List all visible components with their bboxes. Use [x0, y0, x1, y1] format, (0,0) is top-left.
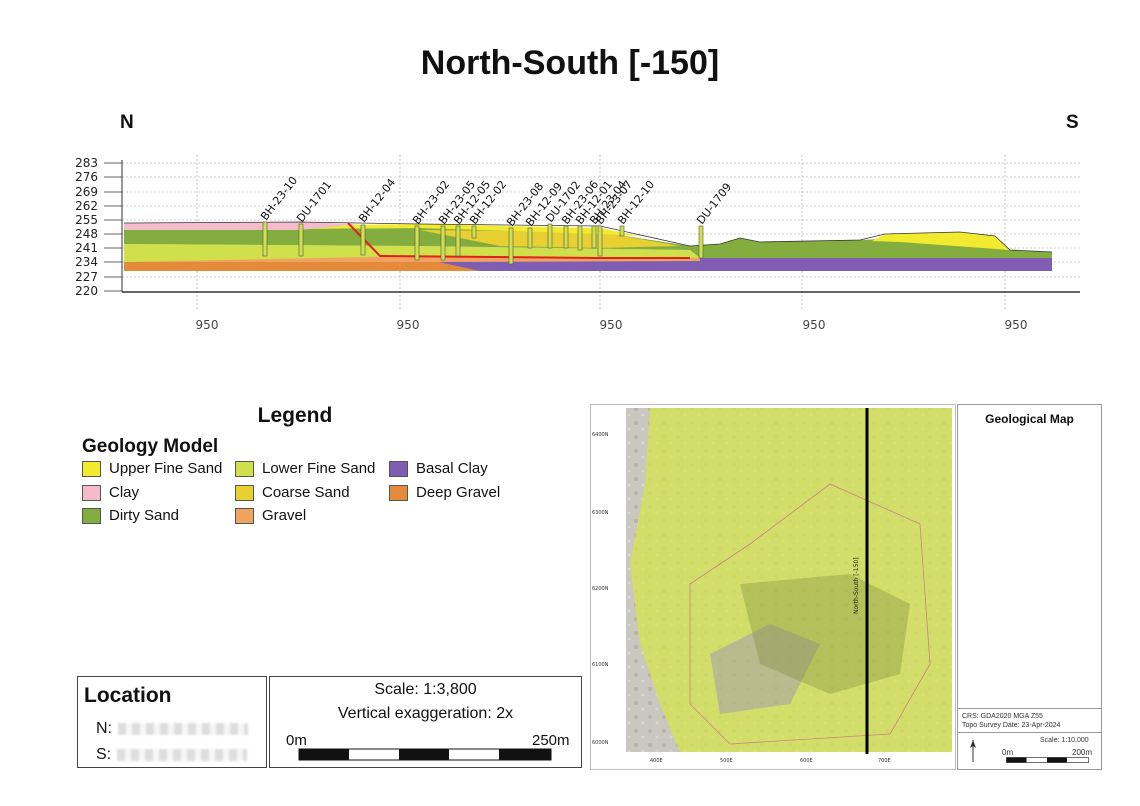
borehole-label: DU-1701	[294, 179, 334, 225]
x-tick-label: 950	[196, 318, 219, 332]
legend-label: Coarse Sand	[262, 484, 350, 501]
page-title: North-South [-150]	[420, 44, 720, 82]
location-north: N:	[96, 720, 248, 738]
legend-item-basal-clay: Basal Clay	[389, 460, 488, 477]
map-y-tick: 6000N	[592, 740, 609, 746]
y-tick-label: 283	[75, 156, 98, 170]
y-tick-label: 248	[75, 227, 98, 241]
y-tick-label: 255	[75, 213, 98, 227]
scale-bar-end: 250m	[532, 732, 570, 749]
map-y-ticks: 6400N 6300N 6200N 6100N 6000N	[592, 432, 609, 746]
swatch	[389, 484, 408, 501]
legend-title: Legend	[257, 404, 333, 427]
map-y-tick: 6300N	[592, 510, 609, 516]
legend-label: Basal Clay	[416, 460, 488, 477]
map-scale-bar-end: 200m	[1072, 748, 1093, 757]
legend-item-coarse-sand: Coarse Sand	[235, 484, 350, 501]
location-south: S:	[96, 746, 248, 764]
legend-item-deep-gravel: Deep Gravel	[389, 484, 500, 501]
swatch	[389, 460, 408, 477]
y-tick-label: 269	[75, 185, 98, 199]
map-x-tick: 500E	[720, 758, 733, 764]
legend-label: Gravel	[262, 507, 307, 524]
legend-item-clay: Clay	[82, 484, 139, 501]
north-label: N	[120, 112, 134, 133]
map-y-tick: 6200N	[592, 586, 609, 592]
map-x-ticks: 400E 500E 600E 700E	[650, 758, 891, 764]
geological-map: North-South [-150] 6400N 6300N 6200N 610…	[592, 408, 952, 764]
redacted-value	[118, 722, 248, 735]
map-panel-divider	[957, 708, 1102, 709]
y-tick-label: 276	[75, 170, 98, 184]
y-tick-labels: 283 276 269 262 255 248 241 234 227 220	[75, 156, 98, 298]
legend-label: Deep Gravel	[416, 484, 501, 501]
north-arrow-icon	[970, 740, 976, 762]
legend-label: Dirty Sand	[109, 507, 180, 524]
vertical-exaggeration-text: Vertical exaggeration: 2x	[337, 705, 514, 722]
legend-item-dirty-sand: Dirty Sand	[82, 507, 179, 524]
map-x-tick: 400E	[650, 758, 663, 764]
map-panel-divider	[957, 732, 1102, 733]
legend-label: Clay	[109, 484, 140, 501]
scale-bar-start: 0m	[286, 732, 307, 749]
borehole-label: BH-12-04	[356, 176, 398, 225]
legend-label: Lower Fine Sand	[262, 460, 376, 477]
swatch	[82, 507, 101, 524]
map-x-tick: 700E	[878, 758, 891, 764]
legend-item-upper-fine-sand: Upper Fine Sand	[82, 460, 222, 477]
swatch	[235, 484, 254, 501]
swatch	[235, 460, 254, 477]
map-title: Geological Map	[985, 412, 1074, 426]
legend-label: Upper Fine Sand	[109, 460, 223, 477]
cross-section: BH-23-10 DU-1701 BH-12-04 BH-23-02 BH-23…	[75, 155, 1080, 332]
scale-bar	[298, 748, 552, 761]
scale-text: Scale: 1:3,800	[374, 681, 477, 698]
y-tick-label: 220	[75, 284, 98, 298]
x-tick-labels: 950 950 950 950 950	[196, 318, 1028, 332]
map-y-tick: 6100N	[592, 662, 609, 668]
section-line-label: North-South [-150]	[853, 557, 860, 614]
y-tick-marks	[104, 162, 122, 292]
location-south-label: S:	[96, 746, 112, 763]
y-tick-label: 234	[75, 255, 98, 269]
map-y-tick: 6400N	[592, 432, 609, 438]
map-scale-bar	[1006, 757, 1089, 763]
layer-deep-gravel	[124, 262, 480, 271]
swatch	[235, 507, 254, 524]
map-scale: Scale: 1:10,000	[1040, 737, 1089, 744]
swatch	[82, 460, 101, 477]
map-scale-bar-start: 0m	[1002, 748, 1014, 757]
location-title: Location	[84, 684, 172, 707]
swatch	[82, 484, 101, 501]
x-tick-label: 950	[397, 318, 420, 332]
x-tick-label: 950	[1005, 318, 1028, 332]
map-crs: CRS: GDA2020 MGA Z55	[962, 713, 1043, 720]
legend-subtitle: Geology Model	[82, 436, 219, 457]
y-tick-label: 241	[75, 241, 98, 255]
map-x-tick: 600E	[800, 758, 813, 764]
x-tick-label: 950	[803, 318, 826, 332]
x-tick-label: 950	[600, 318, 623, 332]
map-topo-date: Topo Survey Date: 23-Apr-2024	[962, 722, 1061, 729]
location-north-label: N:	[96, 720, 112, 737]
legend-item-gravel: Gravel	[235, 507, 306, 524]
redacted-value	[117, 748, 248, 761]
legend-item-lower-fine-sand: Lower Fine Sand	[235, 460, 375, 477]
y-tick-label: 262	[75, 199, 98, 213]
south-label: S	[1066, 112, 1079, 133]
borehole-labels: BH-23-10 DU-1701 BH-12-04 BH-23-02 BH-23…	[258, 174, 734, 229]
y-tick-label: 227	[75, 270, 98, 284]
